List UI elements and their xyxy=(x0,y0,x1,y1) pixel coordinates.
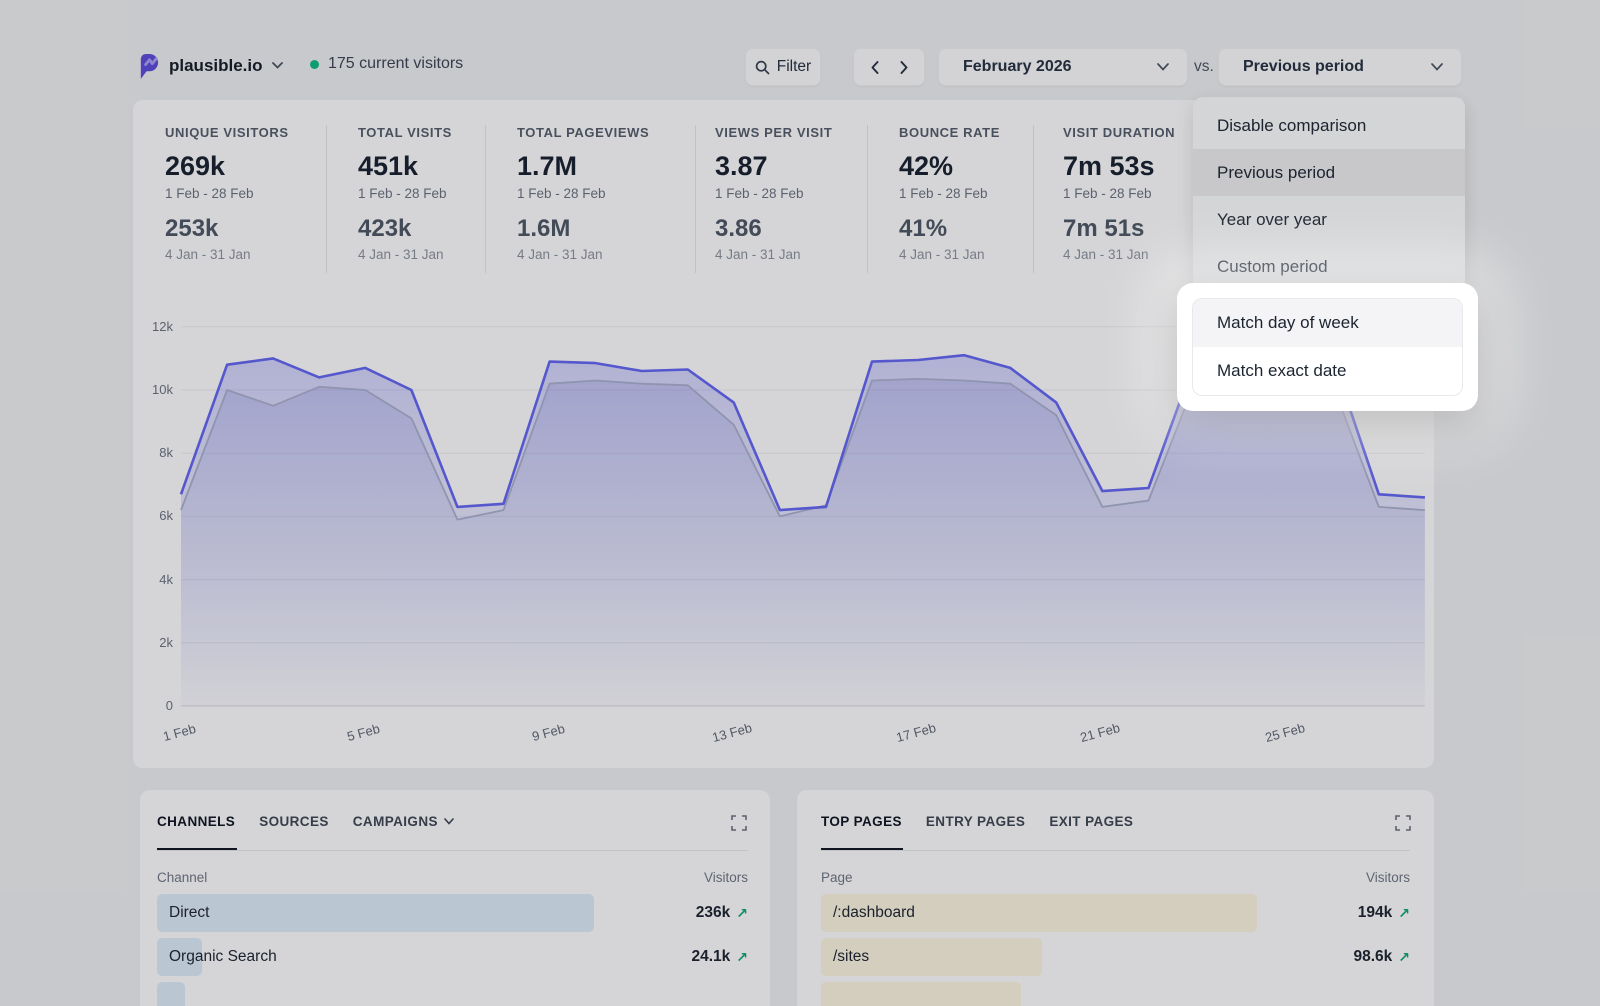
match-mode-popup-inner: Match day of week Match exact date xyxy=(1192,298,1463,396)
popup-item-match-day-of-week[interactable]: Match day of week xyxy=(1193,299,1462,347)
popup-item-match-exact-date[interactable]: Match exact date xyxy=(1193,347,1462,395)
dim-overlay xyxy=(0,0,1600,1006)
match-mode-popup: Match day of week Match exact date xyxy=(1177,283,1478,411)
